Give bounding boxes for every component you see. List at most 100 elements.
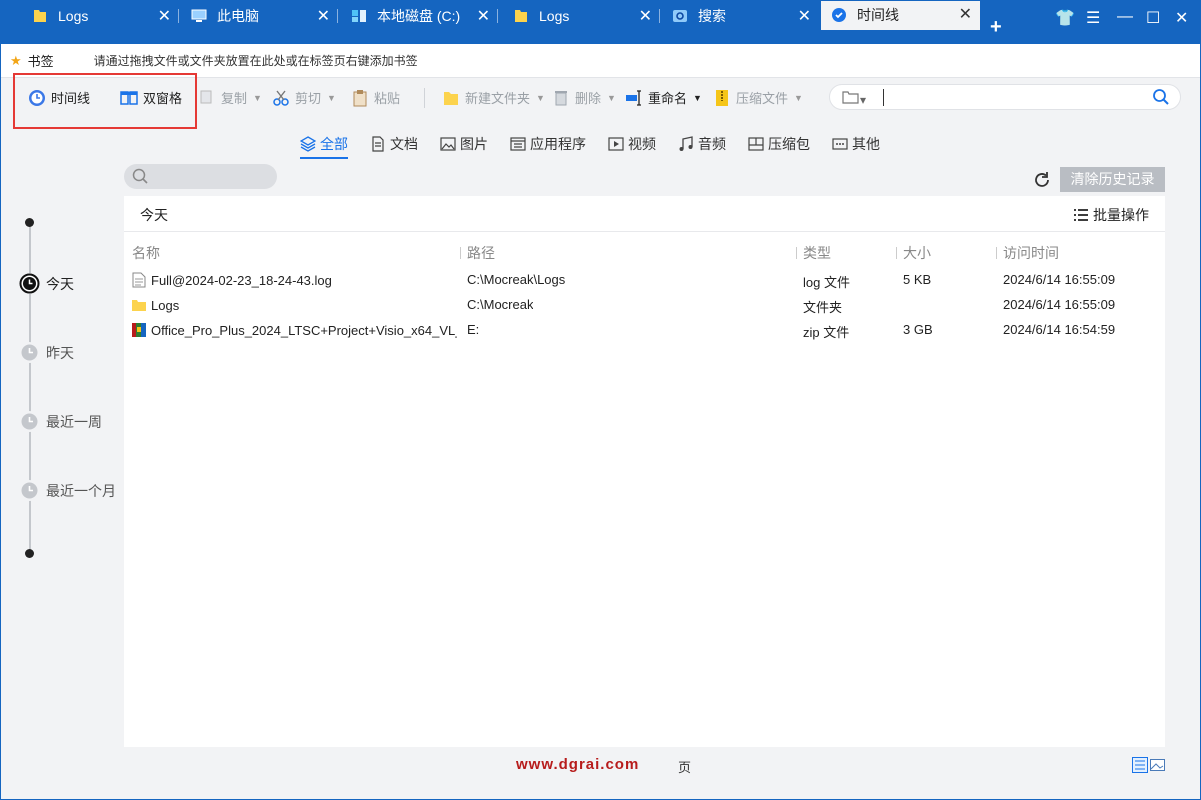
filter-input[interactable] bbox=[124, 164, 277, 189]
clock-icon bbox=[19, 342, 40, 363]
folder-icon bbox=[515, 10, 527, 22]
list-icon bbox=[1074, 209, 1088, 221]
close-icon[interactable]: ✕ bbox=[317, 6, 330, 26]
layers-icon bbox=[300, 136, 316, 152]
maximize-button[interactable]: ☐ bbox=[1146, 8, 1160, 28]
copy-label: 复制 bbox=[221, 91, 248, 106]
column-header-type[interactable]: 类型 bbox=[796, 243, 831, 263]
tab-this-pc[interactable]: 此电脑 ✕ bbox=[181, 2, 338, 30]
video-icon bbox=[608, 137, 624, 151]
rename-button[interactable]: 重命名 ▼ bbox=[625, 88, 702, 107]
table-row[interactable]: Full@2024-02-23_18-24-43.log C:\Mocreak\… bbox=[124, 268, 1165, 293]
search-tab-icon bbox=[673, 10, 687, 22]
tab-local-disk[interactable]: 本地磁盘 (C:) ✕ bbox=[341, 2, 498, 30]
category-audio[interactable]: 音频 bbox=[678, 133, 726, 155]
new-folder-button[interactable]: 新建文件夹 ▼ bbox=[442, 88, 545, 107]
file-name: Full@2024-02-23_18-24-43.log bbox=[151, 272, 332, 288]
column-header-time[interactable]: 访问时间 bbox=[996, 243, 1059, 263]
paste-button[interactable]: 粘贴 bbox=[351, 88, 400, 107]
compress-label: 压缩文件 bbox=[736, 91, 789, 106]
category-label: 全部 bbox=[320, 136, 348, 152]
delete-button[interactable]: 删除 ▼ bbox=[552, 88, 616, 107]
chevron-down-icon[interactable]: ▼ bbox=[536, 93, 545, 103]
refresh-icon[interactable] bbox=[1032, 170, 1052, 190]
category-all[interactable]: 全部 bbox=[300, 133, 348, 159]
close-icon[interactable]: ✕ bbox=[639, 6, 652, 26]
close-icon[interactable]: ✕ bbox=[959, 4, 972, 24]
category-documents[interactable]: 文档 bbox=[370, 133, 418, 155]
category-label: 音频 bbox=[698, 136, 726, 152]
drive-icon bbox=[352, 10, 366, 22]
application-icon bbox=[510, 137, 526, 151]
close-window-button[interactable]: ✕ bbox=[1175, 8, 1188, 28]
view-toggle-icon[interactable] bbox=[1132, 757, 1166, 773]
search-icon[interactable] bbox=[1152, 88, 1170, 106]
tab-label: 搜索 bbox=[698, 8, 726, 24]
compress-button[interactable]: 压缩文件 ▼ bbox=[713, 88, 803, 107]
category-other[interactable]: 其他 bbox=[832, 133, 880, 155]
minimize-button[interactable]: — bbox=[1117, 8, 1133, 26]
column-header-path[interactable]: 路径 bbox=[460, 243, 495, 263]
close-icon[interactable]: ✕ bbox=[798, 6, 811, 26]
close-icon[interactable]: ✕ bbox=[477, 6, 490, 26]
tab-search[interactable]: 搜索 ✕ bbox=[662, 2, 819, 30]
star-icon: ★ bbox=[10, 52, 22, 68]
copy-icon bbox=[200, 90, 212, 103]
file-list-panel: 今天 批量操作 名称 路径 类型 大小 访问时间 Full@2024-02-23… bbox=[124, 196, 1165, 747]
chevron-down-icon[interactable]: ▼ bbox=[327, 93, 336, 103]
timeline-label: 昨天 bbox=[46, 344, 74, 361]
copy-button[interactable]: 复制 ▼ bbox=[198, 88, 262, 107]
chevron-down-icon[interactable]: ▼ bbox=[253, 93, 262, 103]
tab-label: 本地磁盘 (C:) bbox=[377, 8, 461, 24]
file-type: zip 文件 bbox=[803, 325, 850, 340]
chevron-down-icon[interactable]: ▼ bbox=[794, 93, 803, 103]
timeline-today[interactable]: 今天 bbox=[19, 273, 74, 294]
audio-icon bbox=[679, 136, 693, 151]
tab-logs-1[interactable]: Logs ✕ bbox=[22, 2, 179, 30]
tab-label: 时间线 bbox=[857, 7, 899, 23]
clear-history-button[interactable]: 清除历史记录 bbox=[1060, 167, 1165, 192]
computer-icon bbox=[191, 9, 207, 22]
category-video[interactable]: 视频 bbox=[608, 133, 656, 155]
search-scope-dropdown[interactable]: ▾ bbox=[842, 90, 866, 107]
tab-bar: Logs ✕ 此电脑 ✕ 本地磁盘 (C:) ✕ Logs ✕ 搜索 ✕ 时间线… bbox=[0, 0, 1201, 44]
category-tabs: 全部 文档 图片 应用程序 视频 音频 压缩包 其他 bbox=[300, 133, 902, 159]
rename-icon bbox=[626, 89, 641, 106]
tab-logs-2[interactable]: Logs ✕ bbox=[503, 2, 660, 30]
search-box[interactable]: ▾ bbox=[829, 84, 1181, 110]
timeline-last-month[interactable]: 最近一个月 bbox=[19, 480, 116, 501]
log-file-icon bbox=[132, 272, 146, 288]
chevron-down-icon[interactable]: ▼ bbox=[693, 93, 702, 103]
page-label: 页 bbox=[678, 760, 692, 775]
file-type: log 文件 bbox=[803, 275, 850, 290]
paste-label: 粘贴 bbox=[374, 91, 401, 106]
table-row[interactable]: Office_Pro_Plus_2024_LTSC+Project+Visio_… bbox=[124, 318, 1165, 343]
timeline-label: 今天 bbox=[46, 275, 74, 292]
batch-operations-button[interactable]: 批量操作 bbox=[1073, 205, 1149, 225]
category-applications[interactable]: 应用程序 bbox=[510, 133, 586, 155]
timeline-yesterday[interactable]: 昨天 bbox=[19, 342, 74, 363]
new-folder-label: 新建文件夹 bbox=[465, 91, 531, 106]
category-images[interactable]: 图片 bbox=[440, 133, 488, 155]
access-time: 2024/6/14 16:55:09 bbox=[1003, 272, 1116, 287]
table-row[interactable]: Logs C:\Mocreak 文件夹 2024/6/14 16:55:09 bbox=[124, 293, 1165, 318]
tab-timeline[interactable]: 时间线 ✕ bbox=[821, 0, 980, 30]
category-label: 其他 bbox=[852, 136, 880, 152]
folder-icon bbox=[34, 10, 46, 22]
timeline-tab-icon bbox=[832, 8, 846, 22]
category-archives[interactable]: 压缩包 bbox=[748, 133, 810, 155]
menu-icon[interactable]: ☰ bbox=[1086, 8, 1100, 28]
file-name: Logs bbox=[151, 297, 180, 313]
category-label: 文档 bbox=[390, 136, 418, 152]
search-input[interactable] bbox=[886, 87, 1146, 107]
close-icon[interactable]: ✕ bbox=[158, 6, 171, 26]
cut-button[interactable]: 剪切 ▼ bbox=[272, 88, 336, 107]
bookmarks-label[interactable]: 书签 bbox=[28, 51, 54, 70]
timeline-last-week[interactable]: 最近一周 bbox=[19, 411, 102, 432]
new-tab-button[interactable]: + bbox=[990, 16, 1002, 39]
watermark: www.dgrai.com bbox=[516, 756, 640, 773]
column-header-name[interactable]: 名称 bbox=[132, 243, 160, 263]
chevron-down-icon[interactable]: ▼ bbox=[607, 93, 616, 103]
column-header-size[interactable]: 大小 bbox=[896, 243, 931, 263]
skin-icon[interactable]: 👕 bbox=[1055, 8, 1075, 28]
